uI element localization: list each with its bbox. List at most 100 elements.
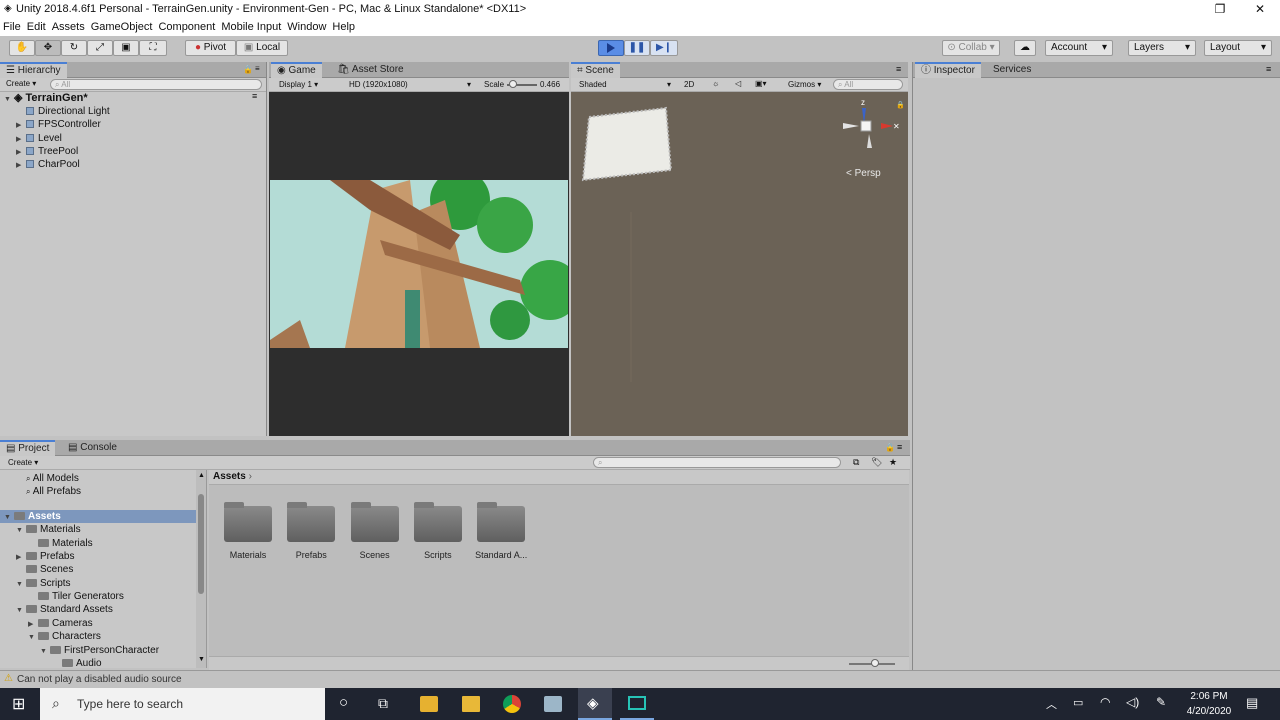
status-message[interactable]: Can not play a disabled audio source — [17, 674, 182, 685]
scroll-up-icon[interactable]: ▲ — [198, 472, 205, 479]
resolution-arrow-icon[interactable]: ▾ — [467, 80, 471, 89]
pivot-button[interactable]: ● Pivot — [185, 40, 236, 56]
hierarchy-item[interactable]: ▶ FPSController — [16, 118, 101, 131]
rotate-tool-icon[interactable]: ↻ — [61, 40, 87, 56]
tab-scene[interactable]: ⌗ Scene — [571, 62, 620, 78]
scale-tool-icon[interactable]: ⤢ — [87, 40, 113, 56]
project-search-input[interactable]: ⌕ — [593, 457, 841, 468]
tab-services[interactable]: Services — [987, 62, 1037, 78]
account-dropdown[interactable]: Account ▾ — [1045, 40, 1113, 56]
scene-search-input[interactable]: ⌕ All — [833, 79, 903, 90]
wifi-icon[interactable]: ◠ — [1100, 695, 1110, 709]
expand-arrow-icon[interactable]: ▼ — [16, 604, 26, 617]
folder-tree-item[interactable]: Materials — [28, 537, 93, 550]
tab-inspector[interactable]: ⓘ Inspector — [915, 62, 981, 78]
expand-arrow-icon[interactable]: ▶ — [16, 146, 26, 159]
panel-menu-icon[interactable]: ≡ — [255, 64, 260, 73]
scene-view[interactable]: z ✕ 🔒 < Persp — [571, 92, 908, 436]
gizmo-lock-icon[interactable]: 🔒 — [896, 101, 905, 109]
scene-orientation-gizmo[interactable]: z ✕ — [839, 98, 901, 158]
tab-project[interactable]: ▤ Project — [0, 440, 56, 456]
file-explorer-icon[interactable] — [462, 696, 480, 712]
tab-game[interactable]: ◉ Game — [271, 62, 322, 78]
project-menu-icon[interactable]: ≡ — [897, 442, 902, 452]
scene-panel-menu-icon[interactable]: ≡ — [896, 64, 901, 74]
folder-tree-item[interactable]: Scenes — [16, 563, 73, 576]
filter-label-icon[interactable]: 🏷 — [871, 457, 882, 468]
persp-label[interactable]: < Persp — [846, 168, 881, 179]
shading-arrow-icon[interactable]: ▾ — [667, 80, 671, 89]
monitor-taskbar-button[interactable] — [620, 688, 654, 720]
inspector-menu-icon[interactable]: ≡ — [1266, 64, 1271, 74]
folder-tree-item[interactable]: ▼ Characters — [28, 630, 101, 643]
menu-component[interactable]: Component — [158, 21, 215, 33]
asset-folder[interactable]: Standard A... — [475, 498, 541, 560]
tab-asset-store[interactable]: 🛍 Asset Store — [331, 62, 410, 78]
menu-gameobject[interactable]: GameObject — [91, 21, 153, 33]
game-view-render[interactable] — [270, 180, 568, 348]
filter-type-icon[interactable]: ⧉ — [853, 457, 859, 468]
expand-arrow-icon[interactable]: ▼ — [28, 631, 38, 644]
volume-icon[interactable]: ◁) — [1126, 695, 1139, 709]
pen-icon[interactable]: ✎ — [1156, 695, 1166, 709]
hierarchy-search-input[interactable]: ⌕ All — [50, 79, 262, 90]
hierarchy-item[interactable]: ▶ Level — [16, 132, 62, 145]
layout-dropdown[interactable]: Layout ▾ — [1204, 40, 1272, 56]
favorite-item[interactable]: ⌕ All Models — [26, 472, 79, 485]
favorite-star-icon[interactable]: ★ — [889, 457, 897, 468]
tray-chevron-icon[interactable]: ︿ — [1046, 696, 1057, 712]
store-icon[interactable] — [420, 696, 438, 712]
hierarchy-item[interactable]: Directional Light — [16, 105, 110, 118]
breadcrumb-assets[interactable]: Assets › — [213, 471, 252, 482]
pause-button[interactable]: ❚❚ — [624, 40, 650, 56]
expand-arrow-icon[interactable]: ▼ — [4, 511, 14, 524]
cortana-icon[interactable]: ○ — [339, 694, 348, 711]
app-icon[interactable] — [544, 696, 562, 712]
collab-button[interactable]: ⊙ Collab ▾ — [942, 40, 1000, 56]
clock-time[interactable]: 2:06 PM — [1190, 691, 1228, 702]
task-view-icon[interactable]: ⧉ — [378, 695, 388, 712]
folder-tree-item[interactable]: ▼ Assets — [4, 510, 61, 523]
windows-start-icon[interactable]: ⊞ — [12, 694, 25, 714]
folder-tree-item[interactable]: Tiler Generators — [28, 590, 124, 603]
notification-icon[interactable]: ▤ — [1246, 695, 1258, 711]
tab-hierarchy[interactable]: ☰ Hierarchy — [0, 62, 67, 78]
rect-tool-icon[interactable]: ▣ — [113, 40, 139, 56]
taskbar-search-box[interactable]: ⌕ Type here to search — [40, 688, 325, 720]
hierarchy-item[interactable]: ▶ TreePool — [16, 145, 78, 158]
transform-tool-icon[interactable]: ⛶ — [139, 40, 167, 56]
expand-arrow-icon[interactable]: ▶ — [16, 133, 26, 146]
folder-tree-item[interactable]: ▶ Prefabs — [16, 550, 74, 563]
expand-arrow-icon[interactable]: ▶ — [16, 159, 26, 172]
folder-tree-item[interactable]: ▶ Cameras — [28, 617, 93, 630]
icon-size-slider-handle[interactable] — [871, 659, 879, 667]
scale-slider-handle[interactable] — [509, 80, 517, 88]
expand-arrow-icon[interactable]: ▼ — [40, 645, 50, 658]
expand-arrow-icon[interactable]: ▶ — [28, 618, 38, 631]
favorite-item[interactable]: ⌕ All Prefabs — [26, 485, 81, 498]
clock-date[interactable]: 4/20/2020 — [1182, 706, 1236, 717]
move-tool-icon[interactable]: ✥ — [35, 40, 61, 56]
tab-console[interactable]: ▤ Console — [62, 440, 123, 456]
mode-2d-toggle[interactable]: 2D — [684, 80, 694, 89]
project-create-dropdown[interactable]: Create ▾ — [8, 458, 38, 467]
resolution-dropdown[interactable]: HD (1920x1080) — [349, 80, 408, 89]
restore-icon[interactable]: ❐ — [1210, 2, 1230, 16]
close-icon[interactable]: ✕ — [1250, 2, 1270, 16]
tree-scrollbar[interactable]: ▲ ▼ — [196, 470, 206, 668]
menu-mobile-input[interactable]: Mobile Input — [221, 21, 281, 33]
menu-help[interactable]: Help — [332, 21, 355, 33]
expand-arrow-icon[interactable]: ▼ — [16, 578, 26, 591]
effects-toggle-icon[interactable]: ▣▾ — [755, 79, 767, 88]
folder-tree-item[interactable]: ▼ Scripts — [16, 577, 71, 590]
audio-toggle-icon[interactable]: ◁ — [735, 79, 741, 88]
create-dropdown[interactable]: Create ▾ — [6, 79, 36, 88]
scene-root-row[interactable]: ▼ ◈ TerrainGen* — [4, 92, 88, 105]
battery-icon[interactable]: ▭ — [1073, 696, 1083, 709]
expand-arrow-icon[interactable]: ▶ — [16, 551, 26, 564]
scroll-down-icon[interactable]: ▼ — [198, 656, 205, 663]
folder-tree-item[interactable]: ▼ Standard Assets — [16, 603, 113, 616]
play-button[interactable] — [598, 40, 624, 56]
display-dropdown[interactable]: Display 1 ▾ — [279, 80, 318, 89]
menu-edit[interactable]: Edit — [27, 21, 46, 33]
